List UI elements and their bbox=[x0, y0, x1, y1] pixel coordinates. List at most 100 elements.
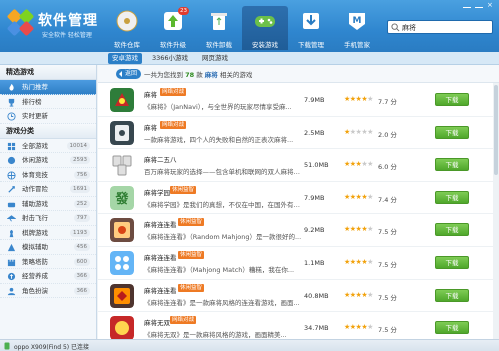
sidebar-item-business[interactable]: 经营养成 366 bbox=[0, 269, 96, 284]
sidebar-item-label: 实时更新 bbox=[22, 112, 48, 120]
search-box[interactable]: 麻将 bbox=[387, 20, 493, 34]
scrollbar[interactable] bbox=[493, 83, 499, 339]
app-name: 麻将无双 bbox=[144, 319, 170, 328]
app-tag: 休闲益智 bbox=[170, 185, 197, 194]
app-thumbnail-icon: 發 bbox=[110, 185, 134, 210]
app-thumbnail-icon bbox=[110, 316, 134, 339]
nav-label: 软件仓库 bbox=[114, 41, 140, 49]
download-button[interactable]: 下载 bbox=[435, 158, 469, 172]
sidebar-item-label: 辅助游戏 bbox=[22, 199, 48, 208]
sidebar-item-rpg[interactable]: 角色扮演 366 bbox=[0, 284, 96, 298]
app-thumbnail-icon bbox=[110, 88, 134, 112]
nav-label: 软件升级 bbox=[160, 41, 186, 49]
sidebar-item-action[interactable]: 动作冒险 1691 bbox=[0, 182, 96, 197]
download-button[interactable]: 下载 bbox=[435, 288, 469, 302]
download-button[interactable]: 下载 bbox=[435, 190, 469, 204]
business-icon bbox=[7, 272, 16, 281]
category-count: 366 bbox=[73, 272, 90, 280]
scrollbar-thumb[interactable] bbox=[494, 85, 498, 175]
app-score: 7.5 分 bbox=[378, 326, 397, 335]
app-list-item[interactable]: 麻将 网络对战 《麻将》（JanNavi），与全世界的玩家尽情享受麻... 7.… bbox=[98, 84, 499, 117]
nav-software-upgrade[interactable]: 23 软件升级 bbox=[150, 6, 196, 50]
app-list-item[interactable]: 麻将无双 网络对战 《麻将无双》是一款麻将风格的游戏，画面精美... 34.7M… bbox=[98, 312, 499, 339]
sidebar-item-sports[interactable]: 体育竞技 756 bbox=[0, 168, 96, 182]
category-count: 756 bbox=[73, 170, 90, 179]
download-button[interactable]: 下载 bbox=[435, 125, 469, 139]
app-list-item[interactable]: 麻将连连看 休闲益智 《麻将连连看》（Random Mahjong）是一款很好的… bbox=[98, 214, 499, 247]
nav-phone-manager[interactable]: M 手机管家 bbox=[334, 6, 380, 50]
nav-software-uninstall[interactable]: 软件卸载 bbox=[196, 6, 242, 50]
app-list-item[interactable]: 麻将 网络对战 一款麻将游戏，四个人的失败和自然的正表次麻将... 2.5MB … bbox=[98, 117, 499, 150]
sidebar-item-hot[interactable]: 热门推荐 bbox=[0, 80, 96, 95]
sidebar-item-label: 策略塔防 bbox=[22, 257, 48, 266]
app-name: 麻将 bbox=[144, 91, 157, 99]
results-summary: 一共为您找到 78 款 麻将 相关的游戏 bbox=[144, 69, 252, 79]
trophy-icon bbox=[8, 98, 15, 107]
nav-download-manager[interactable]: 下载管理 bbox=[288, 6, 334, 50]
app-thumbnail-icon bbox=[110, 218, 134, 243]
main-nav: 软件仓库 23 软件升级 软件卸载 安装游戏 下载管理 M 手机管家 bbox=[104, 6, 380, 52]
category-count: 10014 bbox=[66, 141, 90, 150]
svg-text:發: 發 bbox=[114, 191, 128, 207]
sidebar-item-label: 模拟辅助 bbox=[22, 243, 48, 251]
download-button[interactable]: 下载 bbox=[435, 321, 469, 335]
flame-icon bbox=[9, 83, 14, 91]
category-count: 366 bbox=[73, 286, 90, 295]
nav-label: 手机管家 bbox=[344, 41, 370, 49]
sidebar-item-simulation[interactable]: 模拟辅助 456 bbox=[0, 240, 96, 255]
search-icon bbox=[391, 23, 400, 32]
rating-stars: ★★★★★ bbox=[344, 323, 373, 332]
category-count: 1193 bbox=[70, 228, 90, 237]
tab-android-games[interactable]: 安卓游戏 bbox=[108, 53, 142, 64]
app-score: 7.4 分 bbox=[378, 195, 397, 204]
app-list-item[interactable]: 發 麻将学园 休闲益智 《麻将学园》是我们的真想，不仅在中国，在国外有更多...… bbox=[98, 182, 499, 215]
sidebar-item-label: 休闲游戏 bbox=[22, 156, 48, 164]
download-button[interactable]: 下载 bbox=[435, 256, 469, 269]
results-unit: 款 bbox=[196, 71, 203, 79]
app-list-item[interactable]: 麻将连连看 休闲益智 《麻将连连看》是一款麻将风格的连连看游戏，画面... 40… bbox=[98, 280, 499, 313]
app-title: 软件管理 bbox=[38, 13, 98, 29]
download-button[interactable]: 下载 bbox=[435, 223, 469, 237]
app-description: 《麻将连连看》（Random Mahjong）是一款很好的... bbox=[144, 233, 302, 242]
sports-icon bbox=[7, 170, 16, 180]
rating-stars: ★★★★★ bbox=[344, 160, 373, 169]
category-count: 600 bbox=[73, 257, 90, 266]
tab-3366-mini-games[interactable]: 3366小游戏 bbox=[148, 53, 192, 64]
category-tabs: 安卓游戏 3366小游戏 网页游戏 bbox=[0, 52, 499, 65]
sidebar-item-shooting[interactable]: 射击飞行 797 bbox=[0, 211, 96, 226]
sidebar-item-updates[interactable]: 实时更新 bbox=[0, 109, 96, 124]
app-size: 40.8MB bbox=[304, 291, 329, 300]
app-thumbnail-icon bbox=[110, 251, 134, 275]
sidebar-item-chess-cards[interactable]: 棋牌游戏 1193 bbox=[0, 226, 96, 240]
app-size: 7.9MB bbox=[304, 96, 325, 104]
app-size: 2.5MB bbox=[304, 128, 325, 137]
nav-install-games[interactable]: 安装游戏 bbox=[242, 6, 288, 50]
chess-icon bbox=[9, 229, 14, 237]
close-icon[interactable]: × bbox=[487, 2, 495, 9]
category-count: 1691 bbox=[70, 185, 90, 193]
nav-software-store[interactable]: 软件仓库 bbox=[104, 6, 150, 50]
sidebar-item-strategy[interactable]: 策略塔防 600 bbox=[0, 255, 96, 269]
app-size: 9.2MB bbox=[304, 226, 325, 235]
rating-stars: ★★★★★ bbox=[344, 258, 373, 266]
results-suffix: 相关的游戏 bbox=[219, 71, 253, 79]
sidebar-item-all-games[interactable]: 全部游戏 10014 bbox=[0, 139, 96, 153]
results-bar: 返回 一共为您找到 78 款 麻将 相关的游戏 bbox=[98, 65, 499, 83]
minimize-icon[interactable] bbox=[475, 2, 483, 8]
back-button[interactable]: 返回 bbox=[116, 69, 142, 79]
sidebar-item-helper[interactable]: 辅助游戏 252 bbox=[0, 197, 96, 211]
tab-web-games[interactable]: 网页游戏 bbox=[198, 53, 232, 64]
action-icon bbox=[8, 186, 15, 193]
app-slogan: 安全软件 轻松管理 bbox=[42, 32, 92, 39]
app-list-item[interactable]: 麻将连连看 休闲益智 《麻将连连看》（Mahjong Match）糟糕，我在你.… bbox=[98, 247, 499, 280]
sidebar-item-ranking[interactable]: 排行榜 bbox=[0, 95, 96, 109]
search-input[interactable]: 麻将 bbox=[402, 23, 416, 33]
app-list-item[interactable]: 麻将二五八 百万麻将玩家的选择——包含单机和联网的双人麻将游戏... 51.0M… bbox=[98, 149, 499, 182]
download-button[interactable]: 下载 bbox=[435, 93, 469, 106]
app-description: 《麻将无双》是一款麻将风格的游戏，画面精美... bbox=[144, 331, 287, 339]
app-thumbnail-icon bbox=[110, 283, 134, 308]
sidebar-item-casual[interactable]: 休闲游戏 2593 bbox=[0, 153, 96, 168]
sidebar-section-categories: 游戏分类 bbox=[0, 123, 96, 139]
menu-icon[interactable] bbox=[463, 2, 471, 8]
app-score: 6.0 分 bbox=[378, 163, 397, 172]
